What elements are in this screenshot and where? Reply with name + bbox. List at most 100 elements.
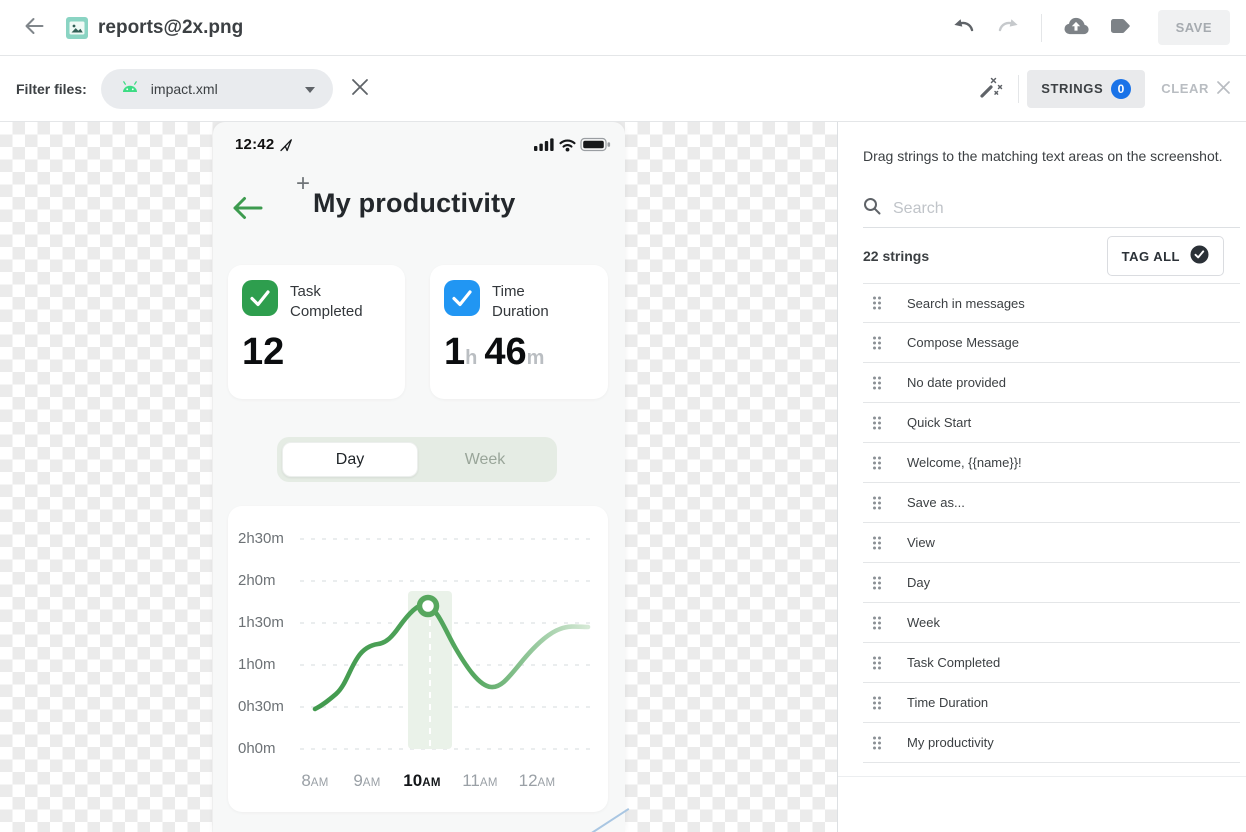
drag-handle-icon[interactable] [871,615,883,631]
task-completed-value: 12 [242,331,284,374]
time-duration-card: Time Duration 1h46m [430,265,608,399]
drag-handle-icon[interactable] [871,295,883,311]
search-icon [863,197,881,220]
string-list-item[interactable]: My productivity [863,723,1240,763]
search-input[interactable] [893,200,1240,218]
string-label: Quick Start [907,415,971,430]
strings-filter-button[interactable]: STRINGS 0 [1027,70,1145,108]
string-list-item[interactable]: Day [863,563,1240,603]
chevron-down-icon [305,81,315,96]
strings-button-label: STRINGS [1041,81,1103,96]
y-axis-tick: 1h30m [238,614,292,631]
drag-handle-icon[interactable] [871,335,883,351]
drag-handle-icon[interactable] [871,535,883,551]
peak-marker [420,598,437,615]
panel-instruction: Drag strings to the matching text areas … [863,148,1223,164]
string-label: Compose Message [907,335,1019,350]
string-label: Search in messages [907,296,1025,311]
day-week-toggle: Day Week [277,437,557,482]
drag-handle-icon[interactable] [871,575,883,591]
string-list-item[interactable]: View [863,523,1240,563]
search-row [863,190,1240,228]
status-right-icons [534,137,612,152]
filter-divider [1018,75,1019,103]
phone-screen-title: My productivity [313,188,516,219]
count-row: 22 strings TAG ALL [863,239,1224,273]
string-label: My productivity [907,735,994,750]
string-list-item[interactable]: Search in messages [863,283,1240,323]
auto-tag-button[interactable] [970,67,1010,110]
drag-handle-icon[interactable] [871,735,883,751]
tag-button[interactable] [1102,10,1138,45]
cloud-upload-icon [1062,15,1090,40]
tag-icon [1108,16,1132,39]
string-list-item[interactable]: Compose Message [863,323,1240,363]
x-axis-tick: 10AM [403,771,440,791]
phone-back-arrow-icon [230,194,264,227]
y-axis-tick: 2h30m [238,530,292,547]
toolbar-divider [1041,14,1042,42]
filter-bar-actions: STRINGS 0 CLEAR [970,67,1230,110]
drag-handle-icon[interactable] [871,375,883,391]
drag-handle-icon[interactable] [871,495,883,511]
signal-icon [534,138,554,151]
drag-handle-icon[interactable] [871,415,883,431]
clear-filters-button[interactable]: CLEAR [1161,81,1230,97]
string-label: No date provided [907,375,1006,390]
y-axis-tick: 1h0m [238,656,292,673]
y-axis-tick: 2h0m [238,572,292,589]
tag-all-button[interactable]: TAG ALL [1107,236,1224,276]
clear-x-icon [1217,81,1230,97]
string-list-item[interactable]: Task Completed [863,643,1240,683]
drag-handle-icon[interactable] [871,695,883,711]
main-area: 12:42 [0,122,1246,832]
toggle-day[interactable]: Day [282,442,418,477]
undo-icon [951,15,977,40]
undo-button[interactable] [945,9,983,46]
back-arrow-icon [22,14,46,41]
drag-handle-icon[interactable] [871,455,883,471]
string-label: Week [907,615,940,630]
string-list-item[interactable]: Save as... [863,483,1240,523]
status-time: 12:42 [235,136,274,153]
screenshot-canvas: 12:42 [0,122,837,832]
close-icon [351,78,369,99]
remove-file-filter-button[interactable] [345,72,375,105]
string-list-item[interactable]: No date provided [863,363,1240,403]
time-duration-label: Time Duration [492,282,549,322]
top-bar-actions: SAVE [945,9,1230,46]
strings-panel: Drag strings to the matching text areas … [837,122,1246,832]
android-file-icon [119,79,141,98]
redo-button[interactable] [989,9,1027,46]
battery-icon [581,139,610,151]
check-circle-icon [1190,245,1209,267]
x-axis-tick: 9AM [353,771,380,791]
file-filter-dropdown[interactable]: impact.xml [101,69,333,109]
string-list-item[interactable]: Time Duration [863,683,1240,723]
strings-count-badge: 0 [1111,79,1131,99]
x-axis-tick: 11AM [462,771,498,791]
blue-check-icon [444,280,480,321]
task-completed-label: Task Completed [290,282,363,322]
string-list-item[interactable]: Quick Start [863,403,1240,443]
string-list-item[interactable]: Week [863,603,1240,643]
x-axis-tick: 12AM [519,771,556,791]
y-axis-tick: 0h30m [238,698,292,715]
back-button[interactable] [16,8,52,47]
clear-button-label: CLEAR [1161,81,1209,96]
upload-button[interactable] [1056,9,1096,46]
panel-footer-divider [838,776,1246,777]
string-list-item[interactable]: Welcome, {{name}}! [863,443,1240,483]
string-label: View [907,535,935,550]
selected-file-name: impact.xml [151,81,305,97]
tag-plus-marker[interactable]: + [296,170,310,198]
phone-screenshot[interactable]: 12:42 [213,122,625,832]
toggle-week[interactable]: Week [418,442,552,477]
tag-all-label: TAG ALL [1122,249,1180,264]
file-thumbnail-icon [66,17,88,39]
drag-handle-icon[interactable] [871,655,883,671]
green-check-icon [242,280,278,321]
wifi-icon [561,141,575,147]
save-button[interactable]: SAVE [1158,10,1230,45]
string-label: Save as... [907,495,965,510]
